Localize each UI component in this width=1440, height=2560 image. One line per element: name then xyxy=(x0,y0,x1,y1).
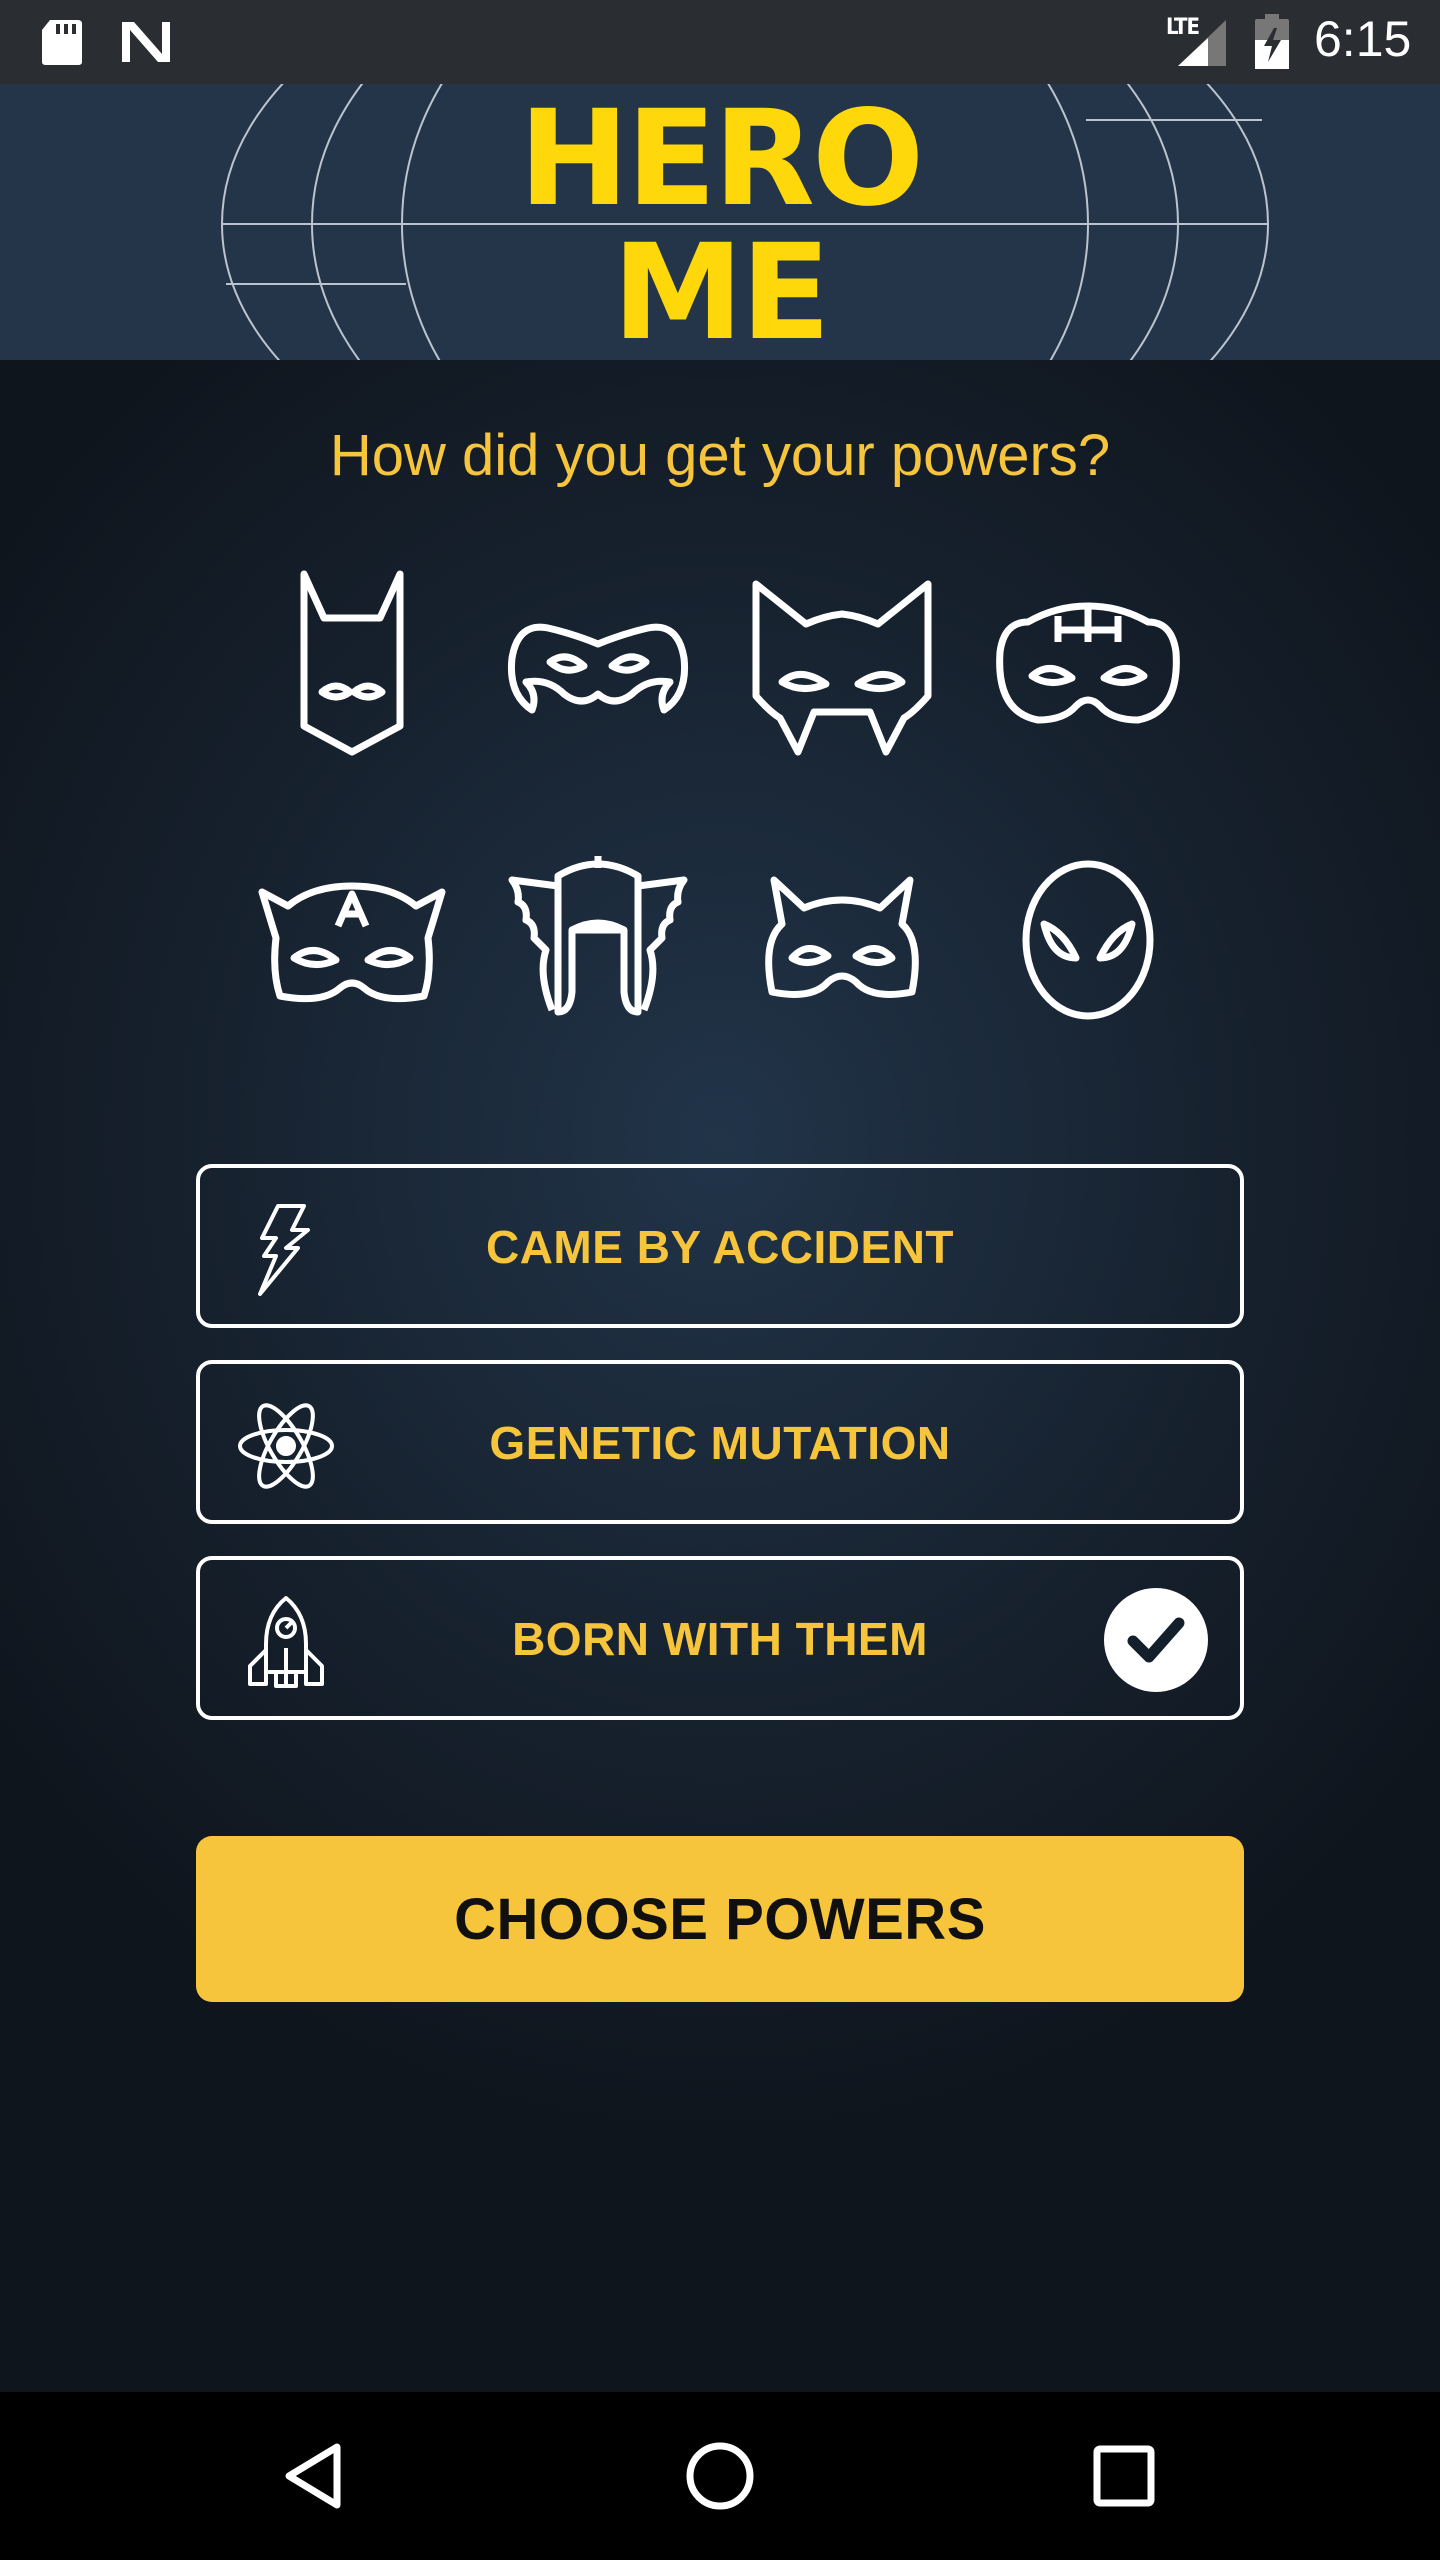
option-label: GENETIC MUTATION xyxy=(489,1417,951,1469)
header-banner: HERO ME xyxy=(0,84,1440,360)
option-born-with-them[interactable]: BORN WITH THEM xyxy=(196,1556,1244,1720)
bat-mask-icon[interactable] xyxy=(252,562,452,762)
status-bar: LTE 6:15 xyxy=(0,0,1440,84)
logo-line-1: HERO xyxy=(518,84,925,236)
option-genetic-mutation[interactable]: GENETIC MUTATION xyxy=(196,1360,1244,1524)
home-icon[interactable] xyxy=(672,2428,768,2524)
robin-mask-icon[interactable] xyxy=(498,562,698,762)
option-label: BORN WITH THEM xyxy=(512,1613,928,1665)
captain-mask-icon[interactable] xyxy=(252,842,452,1042)
cat-mask-icon[interactable] xyxy=(742,842,942,1042)
back-icon[interactable] xyxy=(268,2428,364,2524)
logo-line-2: ME xyxy=(612,216,831,360)
spider-mask-icon[interactable] xyxy=(988,842,1188,1042)
status-clock: 6:15 xyxy=(1314,11,1412,67)
main-content: How did you get your powers? CAME BY ACC… xyxy=(0,360,1440,2392)
thor-helmet-icon[interactable] xyxy=(498,842,698,1042)
choose-powers-button[interactable]: CHOOSE POWERS xyxy=(196,1836,1244,2002)
recents-icon[interactable] xyxy=(1076,2428,1172,2524)
option-came-by-accident[interactable]: CAME BY ACCIDENT xyxy=(196,1164,1244,1328)
sd-card-icon xyxy=(40,18,84,71)
n-notification-icon xyxy=(118,18,174,71)
wolverine-mask-icon[interactable] xyxy=(742,562,942,762)
navigation-bar xyxy=(0,2392,1440,2560)
option-label: CAME BY ACCIDENT xyxy=(485,1221,955,1273)
signal-icon xyxy=(1172,16,1228,73)
battery-charging-icon xyxy=(1254,14,1290,75)
selected-check-icon xyxy=(1104,1588,1208,1692)
hulk-mask-icon[interactable] xyxy=(988,562,1188,762)
mask-grid xyxy=(0,360,1440,1060)
app-logo: HERO ME xyxy=(0,92,1440,360)
